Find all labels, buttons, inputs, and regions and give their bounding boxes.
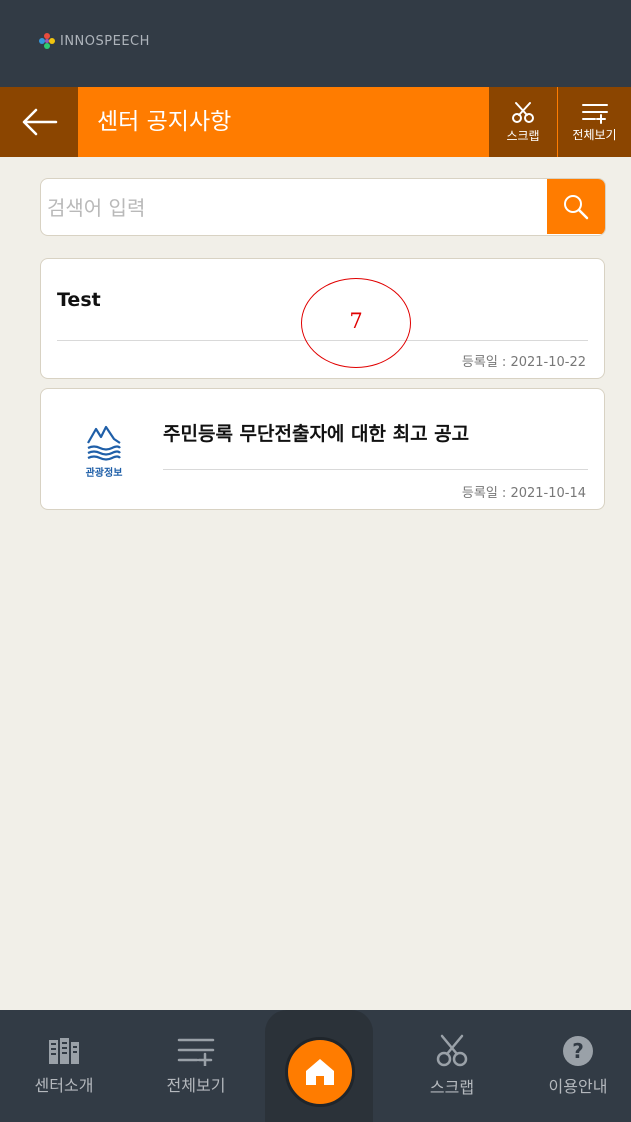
brand-name: INNOSPEECH	[60, 33, 150, 49]
nav-label: 전체보기	[166, 1076, 226, 1095]
scrap-label: 스크랩	[506, 128, 540, 143]
annotation-circle: 7	[301, 278, 411, 368]
scissors-icon	[512, 101, 534, 123]
nav-view-all[interactable]: 전체보기	[146, 1010, 246, 1122]
notice-title: Test	[57, 289, 101, 311]
nav-center-intro[interactable]: 센터소개	[22, 1010, 106, 1122]
nav-scrap[interactable]: 스크랩	[410, 1010, 494, 1122]
nav-guide[interactable]: ? 이용안내	[530, 1010, 626, 1122]
search-input[interactable]	[41, 179, 554, 235]
notice-title: 주민등록 무단전출자에 대한 최고 공고	[163, 423, 470, 445]
brand-logo: INNOSPEECH	[38, 32, 150, 50]
nav-label: 센터소개	[34, 1076, 94, 1095]
back-button[interactable]	[0, 87, 78, 157]
nav-label: 스크랩	[429, 1078, 475, 1097]
divider	[163, 469, 588, 470]
arrow-left-icon	[22, 108, 58, 136]
view-all-label: 전체보기	[572, 127, 617, 142]
scrap-button[interactable]: 스크랩	[489, 87, 557, 157]
nav-label: 이용안내	[548, 1077, 608, 1096]
page-title: 센터 공지사항	[97, 109, 232, 135]
view-all-button[interactable]: 전체보기	[558, 87, 631, 157]
list-plus-icon	[581, 103, 608, 124]
tourism-logo-icon	[87, 425, 121, 461]
home-button[interactable]	[285, 1037, 355, 1107]
brand-flower-icon	[39, 33, 55, 49]
notice-date: 등록일 : 2021-10-22	[461, 355, 586, 370]
annotation-label: 7	[349, 309, 363, 333]
search-icon	[564, 194, 589, 219]
notice-date: 등록일 : 2021-10-14	[461, 486, 586, 501]
search-button[interactable]	[547, 179, 605, 234]
notice-thumbnail: 관광정보	[59, 405, 149, 495]
help-circle-icon: ?	[563, 1036, 593, 1066]
list-plus-icon	[177, 1038, 215, 1066]
thumbnail-label: 관광정보	[85, 468, 123, 479]
app-header: INNOSPEECH	[0, 0, 631, 87]
title-bar: 센터 공지사항 스크랩 전체보기	[0, 87, 631, 157]
notice-item[interactable]: 관광정보 주민등록 무단전출자에 대한 최고 공고 등록일 : 2021-10-…	[40, 388, 605, 510]
scissors-icon	[436, 1034, 468, 1067]
svg-text:?: ?	[572, 1039, 584, 1063]
home-icon	[306, 1059, 334, 1085]
building-icon	[49, 1038, 79, 1064]
search-box	[40, 178, 606, 236]
